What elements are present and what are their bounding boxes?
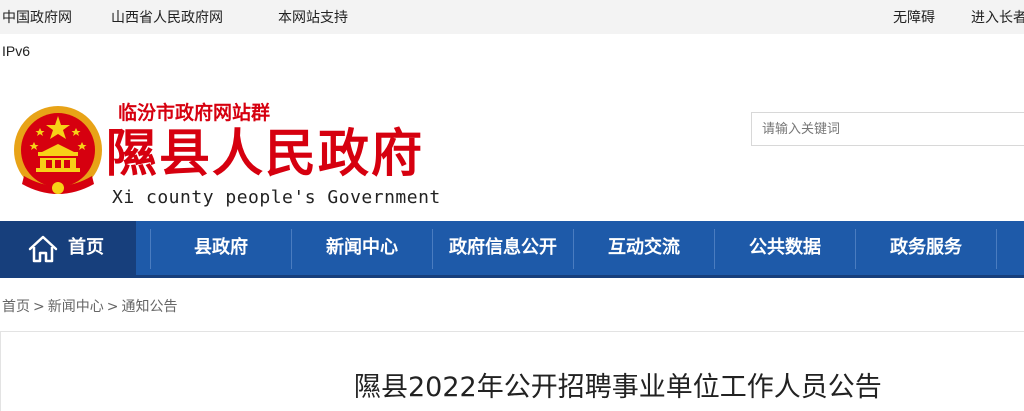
accessibility-link[interactable]: 无障碍 <box>893 7 935 27</box>
top-bar: 中国政府网 山西省人民政府网 本网站支持 无障碍 进入长者 <box>0 0 1024 34</box>
nav-item-gov-info[interactable]: 政府信息公开 <box>433 221 573 275</box>
site-group-label: 临汾市政府网站群 <box>118 102 271 124</box>
breadcrumb: 首页 > 新闻中心 > 通知公告 <box>2 296 177 316</box>
main-nav: 首页 县政府 新闻中心 政府信息公开 互动交流 公共数据 政务服务 <box>0 221 1024 278</box>
article-title: 隰县2022年公开招聘事业单位工作人员公告 <box>354 372 882 403</box>
nav-item-news[interactable]: 新闻中心 <box>292 221 432 275</box>
breadcrumb-notices[interactable]: 通知公告 <box>121 299 177 315</box>
breadcrumb-news[interactable]: 新闻中心 <box>48 299 104 315</box>
ipv6-badge: IPv6 <box>2 43 31 59</box>
national-emblem-icon <box>14 106 102 194</box>
link-china-gov[interactable]: 中国政府网 <box>2 7 72 27</box>
elder-mode-link[interactable]: 进入长者 <box>971 7 1024 27</box>
nav-item-services[interactable]: 政务服务 <box>856 221 996 275</box>
site-subtitle: Xi county people's Government <box>112 187 441 208</box>
nav-item-label: 首页 <box>68 237 104 258</box>
breadcrumb-separator: > <box>33 299 45 315</box>
breadcrumb-separator: > <box>106 299 119 315</box>
link-site-support[interactable]: 本网站支持 <box>278 7 348 27</box>
link-shanxi-gov[interactable]: 山西省人民政府网 <box>111 7 223 27</box>
breadcrumb-home[interactable]: 首页 <box>2 299 30 315</box>
nav-divider <box>996 229 997 269</box>
nav-item-public-data[interactable]: 公共数据 <box>715 221 855 275</box>
nav-item-interaction[interactable]: 互动交流 <box>574 221 714 275</box>
search-input[interactable] <box>751 112 1024 146</box>
site-title: 隰县人民政府 <box>106 124 425 184</box>
nav-item-home[interactable]: 首页 <box>0 221 136 275</box>
nav-item-county-gov[interactable]: 县政府 <box>151 221 291 275</box>
home-icon <box>28 235 58 263</box>
